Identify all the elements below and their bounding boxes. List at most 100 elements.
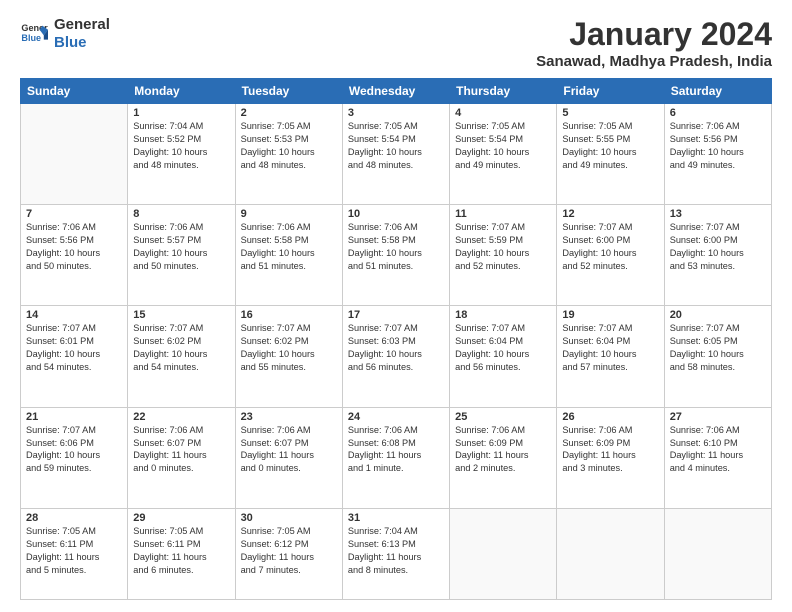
day-info: Sunrise: 7:04 AM Sunset: 6:13 PM Dayligh… [348, 525, 444, 577]
calendar-week-row: 1Sunrise: 7:04 AM Sunset: 5:52 PM Daylig… [21, 104, 772, 205]
calendar-day-cell [450, 508, 557, 599]
day-number: 7 [26, 208, 122, 220]
calendar-day-cell: 27Sunrise: 7:06 AM Sunset: 6:10 PM Dayli… [664, 407, 771, 508]
day-info: Sunrise: 7:05 AM Sunset: 5:54 PM Dayligh… [348, 120, 444, 172]
day-number: 14 [26, 309, 122, 321]
calendar-day-cell [664, 508, 771, 599]
calendar-day-cell: 17Sunrise: 7:07 AM Sunset: 6:03 PM Dayli… [342, 306, 449, 407]
calendar-header-row: Sunday Monday Tuesday Wednesday Thursday… [21, 79, 772, 104]
title-block: January 2024 Sanawad, Madhya Pradesh, In… [536, 16, 772, 70]
day-info: Sunrise: 7:05 AM Sunset: 6:11 PM Dayligh… [26, 525, 122, 577]
calendar-day-cell: 15Sunrise: 7:07 AM Sunset: 6:02 PM Dayli… [128, 306, 235, 407]
day-info: Sunrise: 7:06 AM Sunset: 6:10 PM Dayligh… [670, 424, 766, 476]
logo-line1: General [54, 16, 110, 34]
calendar-day-cell: 25Sunrise: 7:06 AM Sunset: 6:09 PM Dayli… [450, 407, 557, 508]
calendar-day-cell: 4Sunrise: 7:05 AM Sunset: 5:54 PM Daylig… [450, 104, 557, 205]
day-number: 19 [562, 309, 658, 321]
day-number: 8 [133, 208, 229, 220]
day-number: 29 [133, 512, 229, 524]
day-number: 10 [348, 208, 444, 220]
calendar-day-cell [557, 508, 664, 599]
day-info: Sunrise: 7:07 AM Sunset: 6:00 PM Dayligh… [670, 221, 766, 273]
day-number: 31 [348, 512, 444, 524]
day-number: 27 [670, 411, 766, 423]
calendar-day-cell: 29Sunrise: 7:05 AM Sunset: 6:11 PM Dayli… [128, 508, 235, 599]
day-number: 28 [26, 512, 122, 524]
page: General Blue General Blue January 2024 S… [0, 0, 792, 612]
day-number: 5 [562, 107, 658, 119]
day-info: Sunrise: 7:05 AM Sunset: 5:55 PM Dayligh… [562, 120, 658, 172]
day-number: 2 [241, 107, 337, 119]
calendar-day-cell: 12Sunrise: 7:07 AM Sunset: 6:00 PM Dayli… [557, 205, 664, 306]
day-number: 15 [133, 309, 229, 321]
day-number: 11 [455, 208, 551, 220]
day-info: Sunrise: 7:07 AM Sunset: 6:06 PM Dayligh… [26, 424, 122, 476]
calendar-day-cell: 23Sunrise: 7:06 AM Sunset: 6:07 PM Dayli… [235, 407, 342, 508]
logo: General Blue General Blue [20, 16, 110, 52]
day-number: 17 [348, 309, 444, 321]
day-info: Sunrise: 7:06 AM Sunset: 5:58 PM Dayligh… [348, 221, 444, 273]
day-number: 26 [562, 411, 658, 423]
day-number: 21 [26, 411, 122, 423]
calendar-day-cell: 11Sunrise: 7:07 AM Sunset: 5:59 PM Dayli… [450, 205, 557, 306]
calendar-day-cell: 16Sunrise: 7:07 AM Sunset: 6:02 PM Dayli… [235, 306, 342, 407]
day-number: 12 [562, 208, 658, 220]
calendar-day-cell: 21Sunrise: 7:07 AM Sunset: 6:06 PM Dayli… [21, 407, 128, 508]
calendar-day-cell: 13Sunrise: 7:07 AM Sunset: 6:00 PM Dayli… [664, 205, 771, 306]
calendar-day-cell: 24Sunrise: 7:06 AM Sunset: 6:08 PM Dayli… [342, 407, 449, 508]
calendar-day-cell: 28Sunrise: 7:05 AM Sunset: 6:11 PM Dayli… [21, 508, 128, 599]
sub-title: Sanawad, Madhya Pradesh, India [536, 53, 772, 70]
day-info: Sunrise: 7:06 AM Sunset: 5:56 PM Dayligh… [670, 120, 766, 172]
day-info: Sunrise: 7:06 AM Sunset: 6:07 PM Dayligh… [133, 424, 229, 476]
calendar-day-cell: 3Sunrise: 7:05 AM Sunset: 5:54 PM Daylig… [342, 104, 449, 205]
day-number: 24 [348, 411, 444, 423]
logo-line2: Blue [54, 34, 110, 52]
day-info: Sunrise: 7:06 AM Sunset: 6:08 PM Dayligh… [348, 424, 444, 476]
calendar-week-row: 14Sunrise: 7:07 AM Sunset: 6:01 PM Dayli… [21, 306, 772, 407]
day-number: 16 [241, 309, 337, 321]
day-info: Sunrise: 7:04 AM Sunset: 5:52 PM Dayligh… [133, 120, 229, 172]
day-number: 13 [670, 208, 766, 220]
day-info: Sunrise: 7:05 AM Sunset: 6:12 PM Dayligh… [241, 525, 337, 577]
day-info: Sunrise: 7:06 AM Sunset: 6:07 PM Dayligh… [241, 424, 337, 476]
header-friday: Friday [557, 79, 664, 104]
calendar-day-cell: 20Sunrise: 7:07 AM Sunset: 6:05 PM Dayli… [664, 306, 771, 407]
header-thursday: Thursday [450, 79, 557, 104]
day-info: Sunrise: 7:07 AM Sunset: 6:00 PM Dayligh… [562, 221, 658, 273]
day-info: Sunrise: 7:07 AM Sunset: 6:02 PM Dayligh… [241, 322, 337, 374]
svg-text:Blue: Blue [21, 33, 41, 43]
calendar-day-cell: 7Sunrise: 7:06 AM Sunset: 5:56 PM Daylig… [21, 205, 128, 306]
day-info: Sunrise: 7:05 AM Sunset: 6:11 PM Dayligh… [133, 525, 229, 577]
header-sunday: Sunday [21, 79, 128, 104]
day-info: Sunrise: 7:07 AM Sunset: 6:04 PM Dayligh… [455, 322, 551, 374]
day-number: 3 [348, 107, 444, 119]
calendar-day-cell: 14Sunrise: 7:07 AM Sunset: 6:01 PM Dayli… [21, 306, 128, 407]
calendar-day-cell: 10Sunrise: 7:06 AM Sunset: 5:58 PM Dayli… [342, 205, 449, 306]
day-info: Sunrise: 7:06 AM Sunset: 5:56 PM Dayligh… [26, 221, 122, 273]
day-number: 23 [241, 411, 337, 423]
day-number: 6 [670, 107, 766, 119]
calendar-day-cell: 2Sunrise: 7:05 AM Sunset: 5:53 PM Daylig… [235, 104, 342, 205]
day-number: 20 [670, 309, 766, 321]
calendar-day-cell: 5Sunrise: 7:05 AM Sunset: 5:55 PM Daylig… [557, 104, 664, 205]
day-info: Sunrise: 7:07 AM Sunset: 5:59 PM Dayligh… [455, 221, 551, 273]
header-monday: Monday [128, 79, 235, 104]
day-number: 4 [455, 107, 551, 119]
calendar-table: Sunday Monday Tuesday Wednesday Thursday… [20, 78, 772, 600]
calendar-week-row: 28Sunrise: 7:05 AM Sunset: 6:11 PM Dayli… [21, 508, 772, 599]
day-info: Sunrise: 7:05 AM Sunset: 5:53 PM Dayligh… [241, 120, 337, 172]
main-title: January 2024 [536, 16, 772, 53]
header-wednesday: Wednesday [342, 79, 449, 104]
calendar-day-cell: 6Sunrise: 7:06 AM Sunset: 5:56 PM Daylig… [664, 104, 771, 205]
day-info: Sunrise: 7:06 AM Sunset: 6:09 PM Dayligh… [562, 424, 658, 476]
day-info: Sunrise: 7:07 AM Sunset: 6:05 PM Dayligh… [670, 322, 766, 374]
day-info: Sunrise: 7:06 AM Sunset: 5:57 PM Dayligh… [133, 221, 229, 273]
day-number: 1 [133, 107, 229, 119]
day-number: 22 [133, 411, 229, 423]
header-tuesday: Tuesday [235, 79, 342, 104]
logo-icon: General Blue [20, 20, 48, 48]
calendar-day-cell: 1Sunrise: 7:04 AM Sunset: 5:52 PM Daylig… [128, 104, 235, 205]
calendar-day-cell: 9Sunrise: 7:06 AM Sunset: 5:58 PM Daylig… [235, 205, 342, 306]
day-info: Sunrise: 7:05 AM Sunset: 5:54 PM Dayligh… [455, 120, 551, 172]
day-info: Sunrise: 7:07 AM Sunset: 6:04 PM Dayligh… [562, 322, 658, 374]
